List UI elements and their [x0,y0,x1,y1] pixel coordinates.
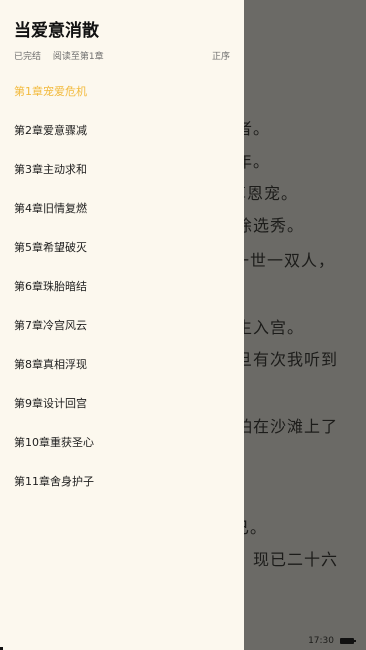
reader-text-line: 怕在沙滩上了 [236,417,339,436]
chapter-item[interactable]: 第6章珠胎暗结 [0,267,244,306]
chapter-drawer: 当爱意消散 已完结 阅读至第1章 正序 第1章宠爱危机 第2章爱意骤减 第3章主… [0,0,244,650]
book-meta: 已完结 阅读至第1章 [14,49,113,62]
battery-icon [340,638,356,644]
chapter-item[interactable]: 第10章重获圣心 [0,423,244,462]
reader-text-line: 生入宫。 [236,318,305,337]
chapter-item[interactable]: 第8章真相浮现 [0,345,244,384]
reading-progress: 阅读至第1章 [52,52,104,62]
chapter-item[interactable]: 第11章舍身护子 [0,462,244,501]
reader-text-line: 旦有次我听到 [236,350,339,369]
completion-status: 已完结 [14,52,42,62]
sort-order-button[interactable]: 正序 [212,49,230,62]
reader-text-line: 徐选秀。 [236,216,305,235]
chapter-item[interactable]: 第9章设计回宫 [0,384,244,423]
chapter-item[interactable]: 第7章冷宫风云 [0,306,244,345]
status-time: 17:30 [308,636,334,646]
chapter-item[interactable]: 第1章宠爱危机 [0,72,244,111]
chapter-item[interactable]: 第5章希望破灭 [0,228,244,267]
chapter-item[interactable]: 第3章主动求和 [0,150,244,189]
chapter-item[interactable]: 第2章爱意骤减 [0,111,244,150]
book-title: 当爱意消散 [14,21,99,41]
reader-text-line: 一世一双人， [233,251,336,270]
chapter-item[interactable]: 第4章旧情复燃 [0,189,244,228]
reader-text-line: 现已二十六 [253,550,339,569]
chapter-list: 第1章宠爱危机 第2章爱意骤减 第3章主动求和 第4章旧情复燃 第5章希望破灭 … [0,72,244,501]
